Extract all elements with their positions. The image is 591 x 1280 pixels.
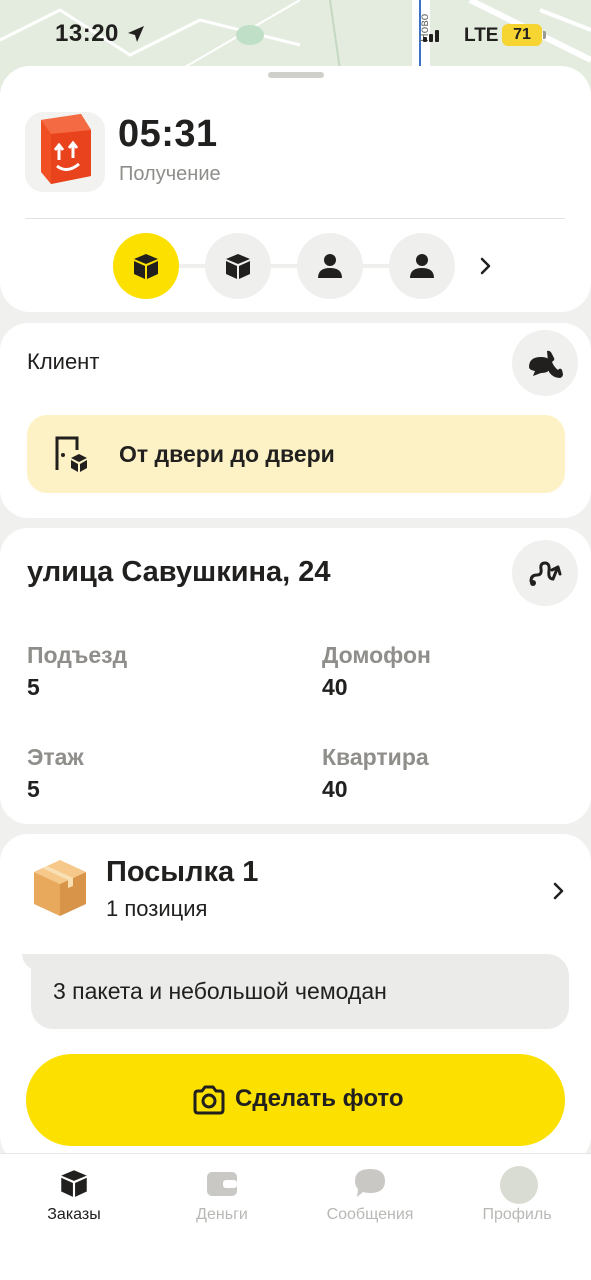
tab-profile-label: Профиль bbox=[482, 1206, 552, 1223]
apartment-label: Квартира bbox=[322, 744, 429, 770]
status-bar: 13:20 LTE 71 bbox=[0, 0, 591, 70]
route-icon bbox=[529, 561, 562, 586]
entrance-value: 5 bbox=[27, 674, 40, 700]
chevron-right-icon[interactable] bbox=[549, 878, 569, 904]
parcel-comment-bubble: 3 пакета и небольшой чемодан bbox=[31, 954, 569, 1029]
parcel-comment-text: 3 пакета и небольшой чемодан bbox=[53, 978, 387, 1004]
phone-chat-icon bbox=[529, 350, 563, 378]
intercom-label: Домофон bbox=[322, 642, 431, 668]
route-button[interactable] bbox=[512, 540, 578, 606]
battery-cap bbox=[543, 31, 546, 39]
profile-avatar bbox=[500, 1166, 538, 1204]
take-photo-button[interactable]: Сделать фото bbox=[26, 1054, 565, 1146]
order-progress-steps bbox=[0, 233, 591, 299]
box-icon bbox=[134, 254, 158, 279]
floor-value: 5 bbox=[27, 776, 40, 802]
bottom-tab-bar: Заказы Деньги Сообщения Профиль bbox=[0, 1153, 591, 1280]
battery-level: 71 bbox=[502, 24, 542, 46]
box-icon bbox=[226, 254, 250, 279]
parcel-card: Посылка 1 1 позиция 3 пакета и небольшой… bbox=[0, 834, 591, 1164]
person-icon bbox=[410, 254, 434, 278]
tab-messages-label: Сообщения bbox=[326, 1206, 414, 1223]
apartment-value: 40 bbox=[322, 776, 348, 802]
location-arrow-icon bbox=[128, 26, 144, 42]
status-time: 13:20 bbox=[55, 20, 119, 47]
chat-icon bbox=[355, 1169, 385, 1197]
step-client-person[interactable] bbox=[389, 233, 455, 299]
delivery-type-pill[interactable]: От двери до двери bbox=[27, 415, 565, 493]
parcel-box-icon bbox=[34, 860, 86, 916]
door-to-door-icon bbox=[55, 436, 87, 472]
parcel-items-count: 1 позиция bbox=[106, 896, 208, 921]
take-photo-label: Сделать фото bbox=[235, 1085, 404, 1112]
order-stage-label: Получение bbox=[119, 163, 221, 185]
cellular-signal-icon bbox=[423, 30, 439, 42]
network-type: LTE bbox=[464, 25, 499, 46]
address-card: улица Савушкина, 24 Подъезд 5 Домофон 40… bbox=[0, 528, 591, 824]
sheet-grabber-handle[interactable] bbox=[268, 72, 324, 78]
card-divider bbox=[25, 218, 565, 219]
order-eta-timer: 05:31 bbox=[118, 113, 218, 155]
tab-messages[interactable]: Сообщения bbox=[296, 1154, 444, 1244]
wallet-icon bbox=[207, 1172, 237, 1196]
client-card: Клиент От двери до двери bbox=[0, 323, 591, 518]
parcel-service-icon bbox=[25, 112, 105, 192]
step-pickup-box[interactable] bbox=[113, 233, 179, 299]
step-recipient-person[interactable] bbox=[297, 233, 363, 299]
person-icon bbox=[318, 254, 342, 278]
camera-icon bbox=[193, 1085, 225, 1115]
chevron-right-icon[interactable] bbox=[476, 253, 496, 279]
tab-money-label: Деньги bbox=[196, 1206, 248, 1223]
tab-orders[interactable]: Заказы bbox=[0, 1154, 148, 1244]
order-summary-card: 05:31 Получение bbox=[0, 66, 591, 312]
client-label: Клиент bbox=[27, 349, 100, 374]
tab-money[interactable]: Деньги bbox=[148, 1154, 296, 1244]
call-client-button[interactable] bbox=[512, 330, 578, 396]
intercom-value: 40 bbox=[322, 674, 348, 700]
delivery-address: улица Савушкина, 24 bbox=[27, 556, 331, 588]
parcel-title: Посылка 1 bbox=[106, 856, 259, 888]
entrance-label: Подъезд bbox=[27, 642, 128, 668]
tab-orders-label: Заказы bbox=[47, 1206, 101, 1223]
delivery-type-label: От двери до двери bbox=[119, 441, 335, 467]
floor-label: Этаж bbox=[27, 744, 84, 770]
tab-profile[interactable]: Профиль bbox=[443, 1154, 591, 1244]
orders-icon bbox=[61, 1170, 87, 1197]
step-parcel-box[interactable] bbox=[205, 233, 271, 299]
